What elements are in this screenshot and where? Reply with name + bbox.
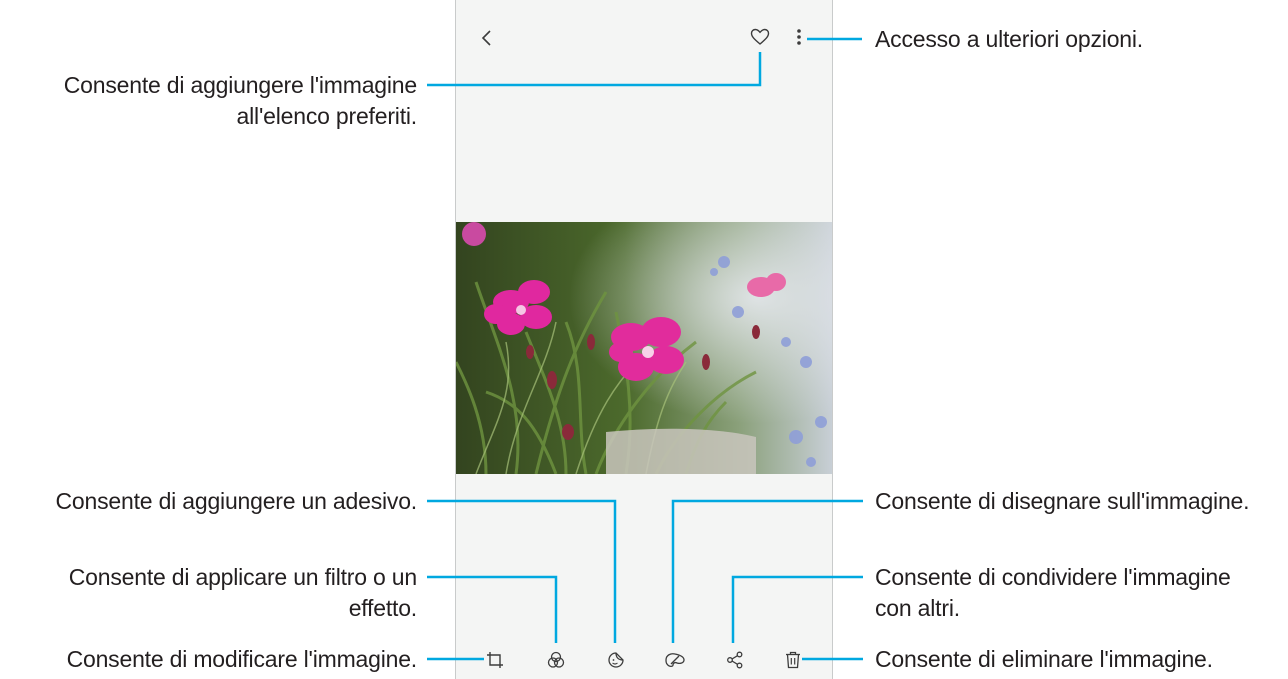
- callout-sticker: Consente di aggiungere un adesivo.: [55, 488, 418, 514]
- sticker-icon: [608, 652, 624, 668]
- trash-icon: [786, 651, 800, 669]
- brush-icon: [665, 653, 685, 668]
- callout-filter-line1: Consente di applicare un filtro o un: [68, 564, 417, 590]
- callout-share-line1: Consente di condividere l'immagine: [875, 564, 1231, 590]
- heart-icon: [750, 28, 770, 45]
- callout-favorite-line2: all'elenco preferiti.: [236, 103, 418, 129]
- delete-button[interactable]: [782, 649, 804, 671]
- edit-button[interactable]: [484, 649, 506, 671]
- draw-button[interactable]: [662, 649, 688, 671]
- favorite-button[interactable]: [748, 26, 772, 48]
- more-options-icon: [797, 29, 801, 45]
- filter-icon: [547, 651, 565, 668]
- callout-delete: Consente di eliminare l'immagine.: [875, 646, 1213, 672]
- callout-favorite-line1: Consente di aggiungere l'immagine: [63, 72, 417, 98]
- callout-edit: Consente di modificare l'immagine.: [66, 646, 418, 672]
- share-icon: [727, 651, 743, 669]
- callout-filter-line2: effetto.: [348, 595, 418, 621]
- filter-button[interactable]: [545, 649, 567, 671]
- more-options-button[interactable]: [792, 26, 806, 48]
- callout-draw: Consente di disegnare sull'immagine.: [875, 488, 1250, 514]
- sticker-button[interactable]: [605, 649, 627, 671]
- photo-image[interactable]: [456, 222, 832, 474]
- callout-more-options: Accesso a ulteriori opzioni.: [875, 26, 1143, 52]
- back-chevron-icon: [481, 30, 491, 46]
- callout-share-line2: con altri.: [875, 595, 960, 621]
- crop-icon: [487, 652, 503, 668]
- share-button[interactable]: [724, 649, 746, 671]
- back-button[interactable]: [476, 27, 498, 49]
